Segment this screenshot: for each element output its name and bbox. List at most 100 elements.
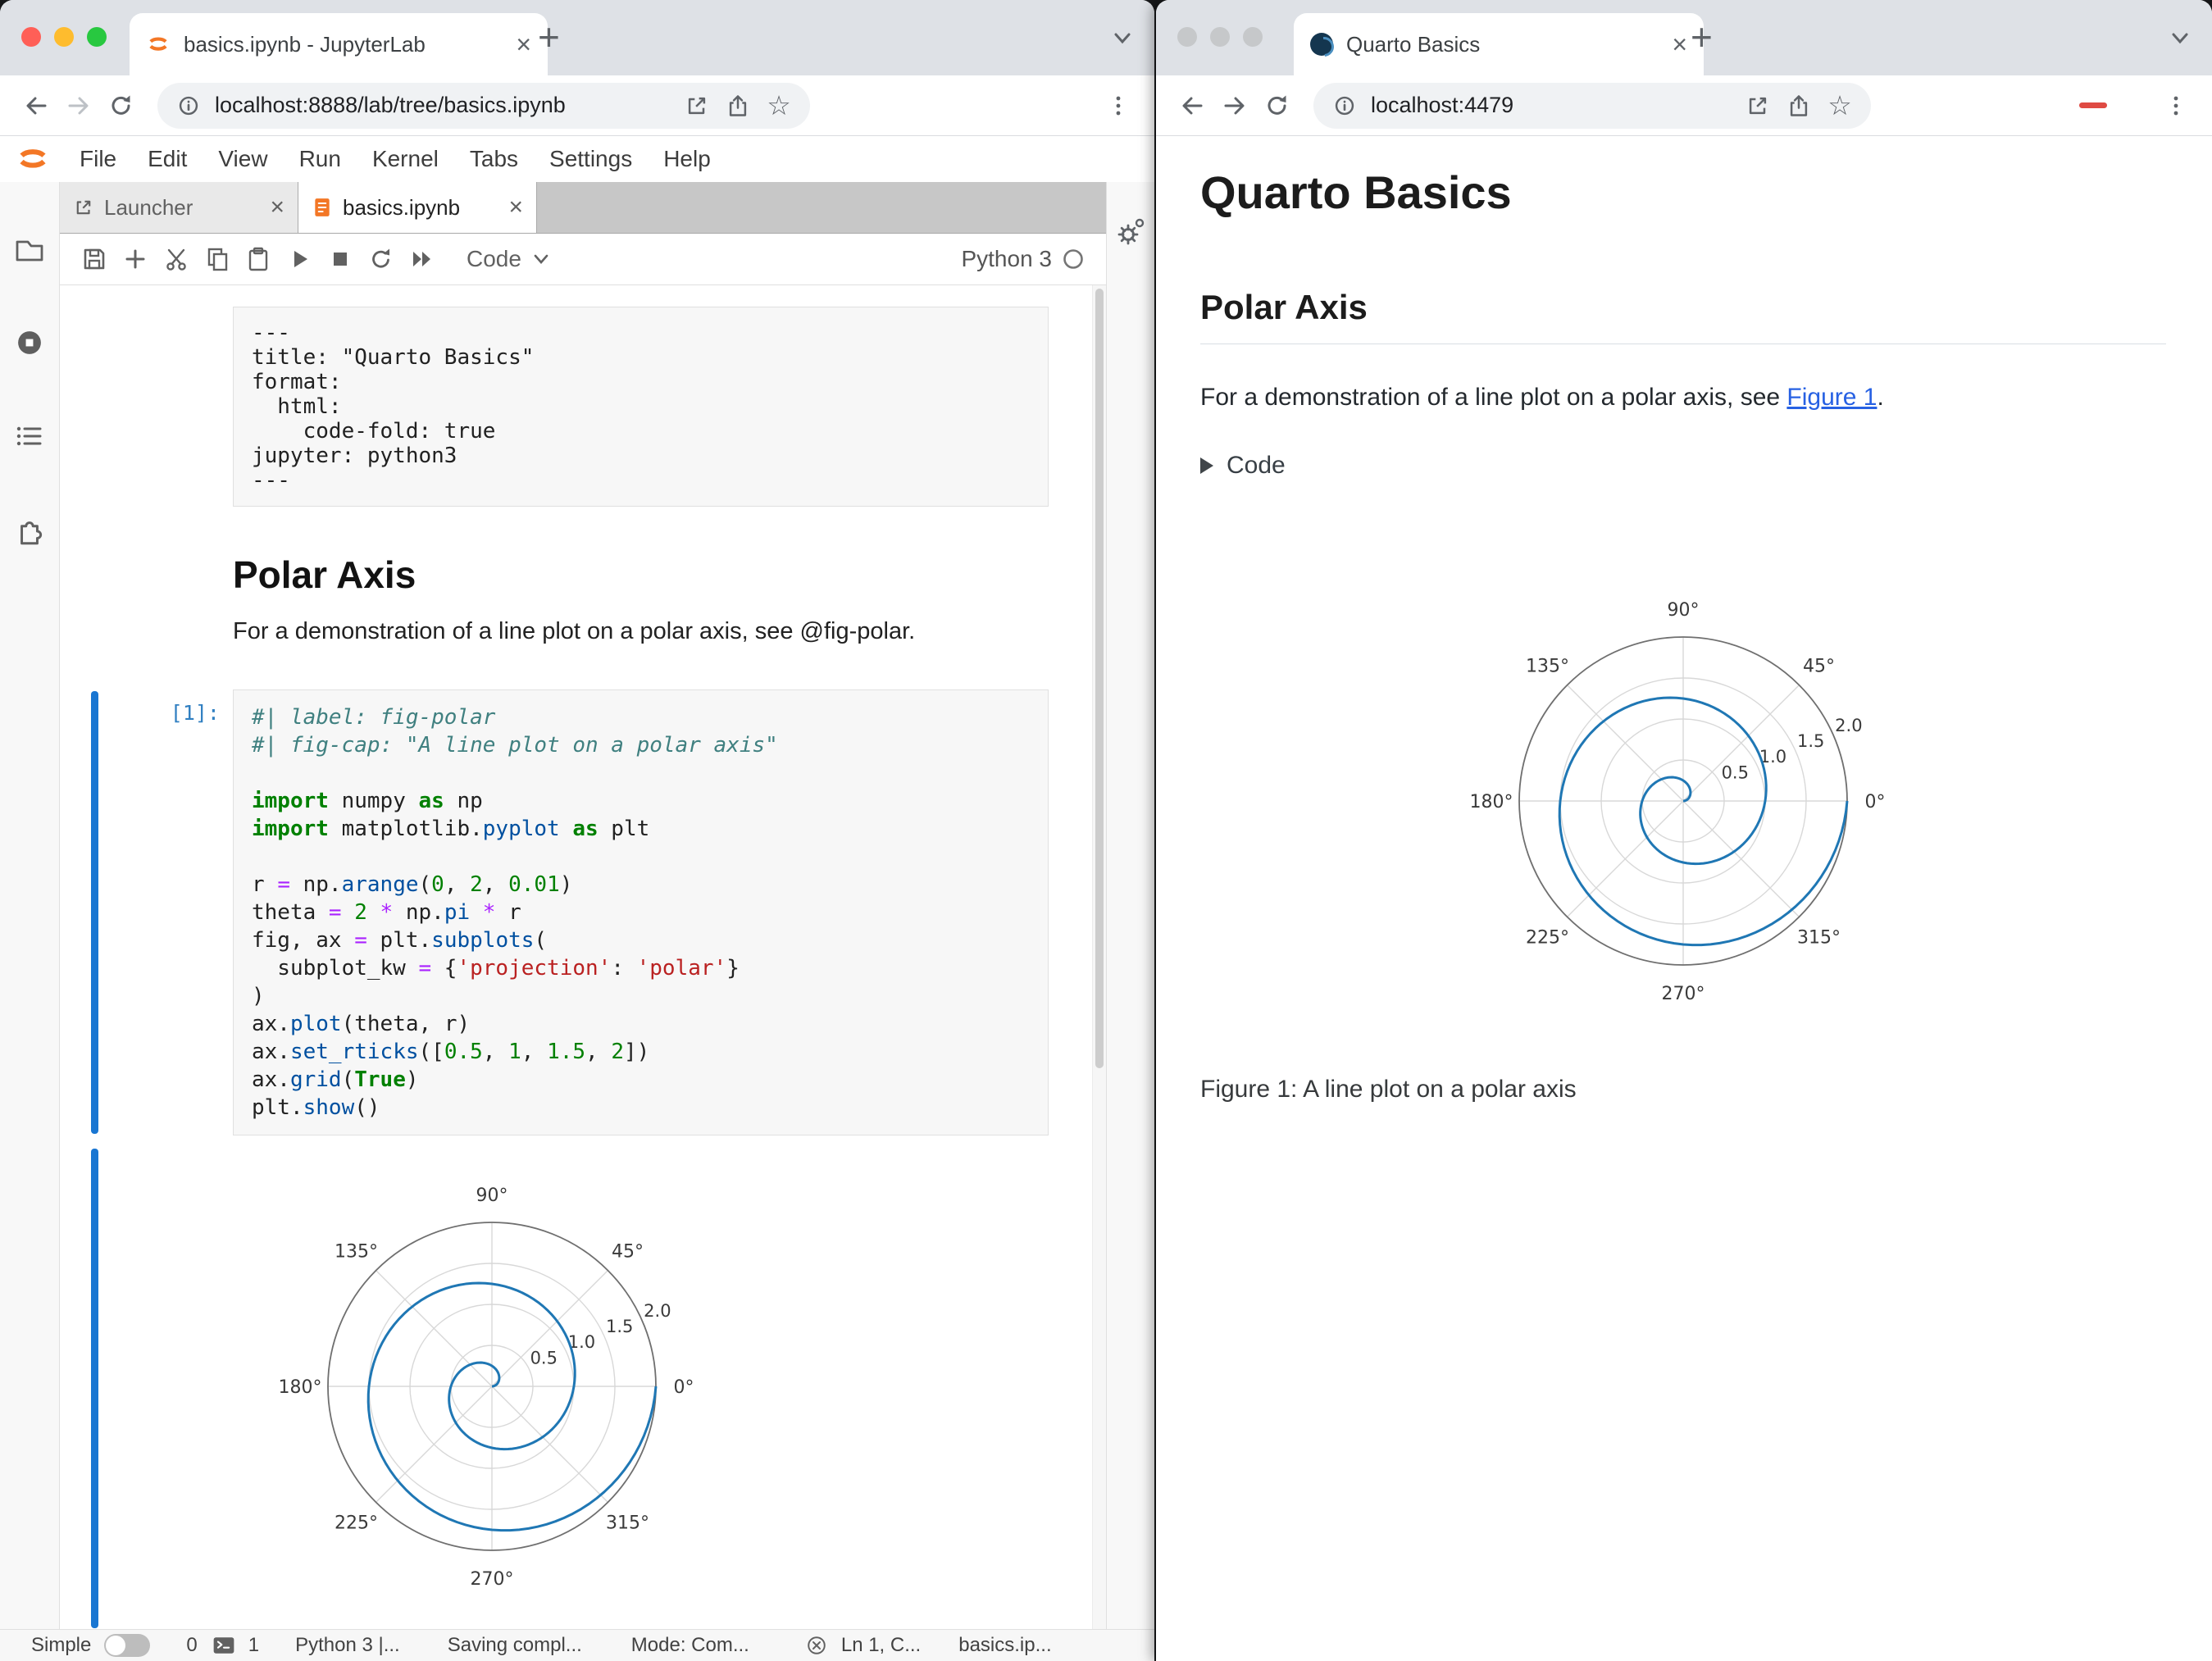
fullscreen-window-button[interactable]: [1243, 27, 1263, 47]
extensions-puzzle-icon[interactable]: [12, 513, 47, 548]
menu-item-view[interactable]: View: [203, 146, 283, 171]
browser-menu-kebab-icon[interactable]: [1097, 84, 1140, 127]
menu-item-help[interactable]: Help: [648, 146, 726, 171]
raw-cell-editor[interactable]: --- title: "Quarto Basics" format: html: c…: [233, 307, 1049, 507]
save-icon[interactable]: [76, 241, 112, 277]
svg-text:2.0: 2.0: [644, 1301, 671, 1321]
menu-item-settings[interactable]: Settings: [534, 146, 648, 171]
address-bar[interactable]: localhost:4479 ☆: [1313, 82, 1871, 129]
scrollbar-thumb[interactable]: [1095, 289, 1104, 1069]
add-cell-icon[interactable]: [117, 241, 153, 277]
open-in-new-icon[interactable]: [1743, 91, 1773, 121]
new-tab-button[interactable]: +: [1691, 15, 1713, 59]
terminal-icon[interactable]: [211, 1633, 237, 1658]
fullscreen-window-button[interactable]: [87, 27, 107, 47]
address-bar[interactable]: localhost:8888/lab/tree/basics.ipynb ☆: [157, 82, 810, 129]
kernels-count[interactable]: 0: [186, 1634, 197, 1657]
notification-circle-x-icon[interactable]: [803, 1632, 830, 1659]
terminals-count[interactable]: 1: [248, 1634, 259, 1657]
open-in-new-icon[interactable]: [682, 91, 712, 121]
kernel-status-text[interactable]: Python 3 |...: [295, 1634, 400, 1657]
doc-tab-close-icon[interactable]: ×: [508, 195, 523, 220]
doc-tab-notebook[interactable]: basics.ipynb ×: [298, 182, 537, 233]
property-inspector-gear-icon[interactable]: [1113, 215, 1148, 1630]
running-sessions-icon[interactable]: [13, 326, 46, 359]
output-collapser[interactable]: [91, 1149, 98, 1628]
copy-cells-icon[interactable]: [199, 241, 235, 277]
back-icon[interactable]: [1171, 84, 1213, 127]
cut-cells-icon[interactable]: [158, 241, 194, 277]
back-icon[interactable]: [15, 84, 57, 127]
code-editor[interactable]: #| label: fig-polar #| fig-cap: "A line p…: [233, 689, 1049, 1135]
menu-item-file[interactable]: File: [64, 146, 132, 171]
cell-collapser[interactable]: [91, 691, 98, 1134]
site-info-icon[interactable]: [174, 91, 203, 121]
output-prompt: [107, 1147, 233, 1630]
notebook-scrollbar[interactable]: [1092, 285, 1106, 1630]
file-browser-icon[interactable]: [11, 234, 48, 264]
kernel-indicator[interactable]: Python 3: [961, 246, 1085, 272]
share-icon[interactable]: [1784, 91, 1814, 121]
code-line: #| fig-cap: "A line plot on a polar axis…: [252, 733, 778, 758]
minimize-window-button[interactable]: [1210, 27, 1230, 47]
simple-mode-toggle[interactable]: [104, 1634, 151, 1657]
site-info-icon[interactable]: [1330, 91, 1359, 121]
new-tab-button[interactable]: +: [538, 15, 560, 59]
cell-collapser[interactable]: [91, 508, 98, 644]
url-text: localhost:8888/lab/tree/basics.ipynb: [215, 93, 566, 117]
cursor-position[interactable]: Ln 1, C...: [841, 1634, 921, 1657]
share-icon[interactable]: [723, 91, 753, 121]
tab-close-icon[interactable]: ×: [1672, 31, 1687, 57]
bookmark-star-icon[interactable]: ☆: [764, 91, 794, 121]
svg-text:45°: 45°: [1803, 657, 1835, 677]
code-line: ): [252, 984, 265, 1008]
run-cell-icon[interactable]: [281, 241, 317, 277]
markdown-cell[interactable]: Polar Axis For a demonstration of a line…: [91, 507, 1049, 645]
browser-toolbar: localhost:8888/lab/tree/basics.ipynb ☆: [0, 75, 1154, 136]
svg-text:1.5: 1.5: [606, 1317, 633, 1336]
tab-search-chevron-icon[interactable]: [1108, 28, 1136, 49]
reload-icon[interactable]: [1256, 84, 1299, 127]
browser-menu-kebab-icon[interactable]: [2155, 84, 2197, 127]
minimize-window-button[interactable]: [54, 27, 74, 47]
bookmark-star-icon[interactable]: ☆: [1825, 91, 1855, 121]
forward-icon[interactable]: [1213, 84, 1256, 127]
svg-text:0.5: 0.5: [530, 1348, 558, 1367]
tab-search-chevron-icon[interactable]: [2166, 28, 2194, 49]
jupyterlab-main: Launcher × basics.ipynb × Code Python 3 …: [60, 182, 1106, 1630]
menu-item-kernel[interactable]: Kernel: [357, 146, 454, 171]
code-line: theta = 2 * np.pi * r: [252, 900, 521, 925]
raw-cell[interactable]: --- title: "Quarto Basics" format: html: c…: [91, 307, 1049, 507]
paste-cells-icon[interactable]: [240, 241, 276, 277]
code-fold-disclosure[interactable]: Code: [1200, 452, 2166, 480]
forward-icon[interactable]: [57, 84, 100, 127]
restart-run-all-icon[interactable]: [404, 241, 440, 277]
code-line: fig, ax = plt.subplots(: [252, 928, 548, 953]
left-activity-bar: [0, 182, 60, 1630]
cell-collapser[interactable]: [91, 308, 98, 505]
reload-icon[interactable]: [100, 84, 143, 127]
svg-text:270°: 270°: [471, 1569, 514, 1590]
browser-tab-quarto[interactable]: Quarto Basics ×: [1294, 13, 1704, 75]
doc-tab-launcher[interactable]: Launcher ×: [60, 182, 298, 233]
menu-item-edit[interactable]: Edit: [132, 146, 203, 171]
svg-text:225°: 225°: [1526, 927, 1569, 948]
right-sidebar-rail: [1106, 182, 1154, 1630]
browser-tab-jupyterlab[interactable]: basics.ipynb - JupyterLab ×: [130, 13, 548, 75]
menu-item-run[interactable]: Run: [284, 146, 357, 171]
doc-tab-close-icon[interactable]: ×: [270, 195, 284, 220]
close-window-button[interactable]: [21, 27, 41, 47]
stop-kernel-icon[interactable]: [322, 241, 358, 277]
restart-kernel-icon[interactable]: [363, 241, 399, 277]
cell-type-dropdown[interactable]: Code: [467, 246, 553, 272]
markdown-heading: Polar Axis: [233, 553, 416, 596]
figure-link[interactable]: Figure 1: [1786, 384, 1877, 411]
raw-line: ---: [252, 321, 290, 345]
close-window-button[interactable]: [1177, 27, 1197, 47]
polar-plot-figure: 0°45°90°135°180°225°270°315°0.51.01.52.0: [1470, 600, 1886, 1004]
status-bar: Simple 0 1 Python 3 |... Saving compl...…: [0, 1629, 1154, 1661]
table-of-contents-icon[interactable]: [13, 421, 46, 451]
code-cell[interactable]: [1]: #| label: fig-polar #| fig-cap: "A l…: [91, 689, 1049, 1135]
menu-item-tabs[interactable]: Tabs: [454, 146, 534, 171]
tab-close-icon[interactable]: ×: [516, 31, 531, 57]
